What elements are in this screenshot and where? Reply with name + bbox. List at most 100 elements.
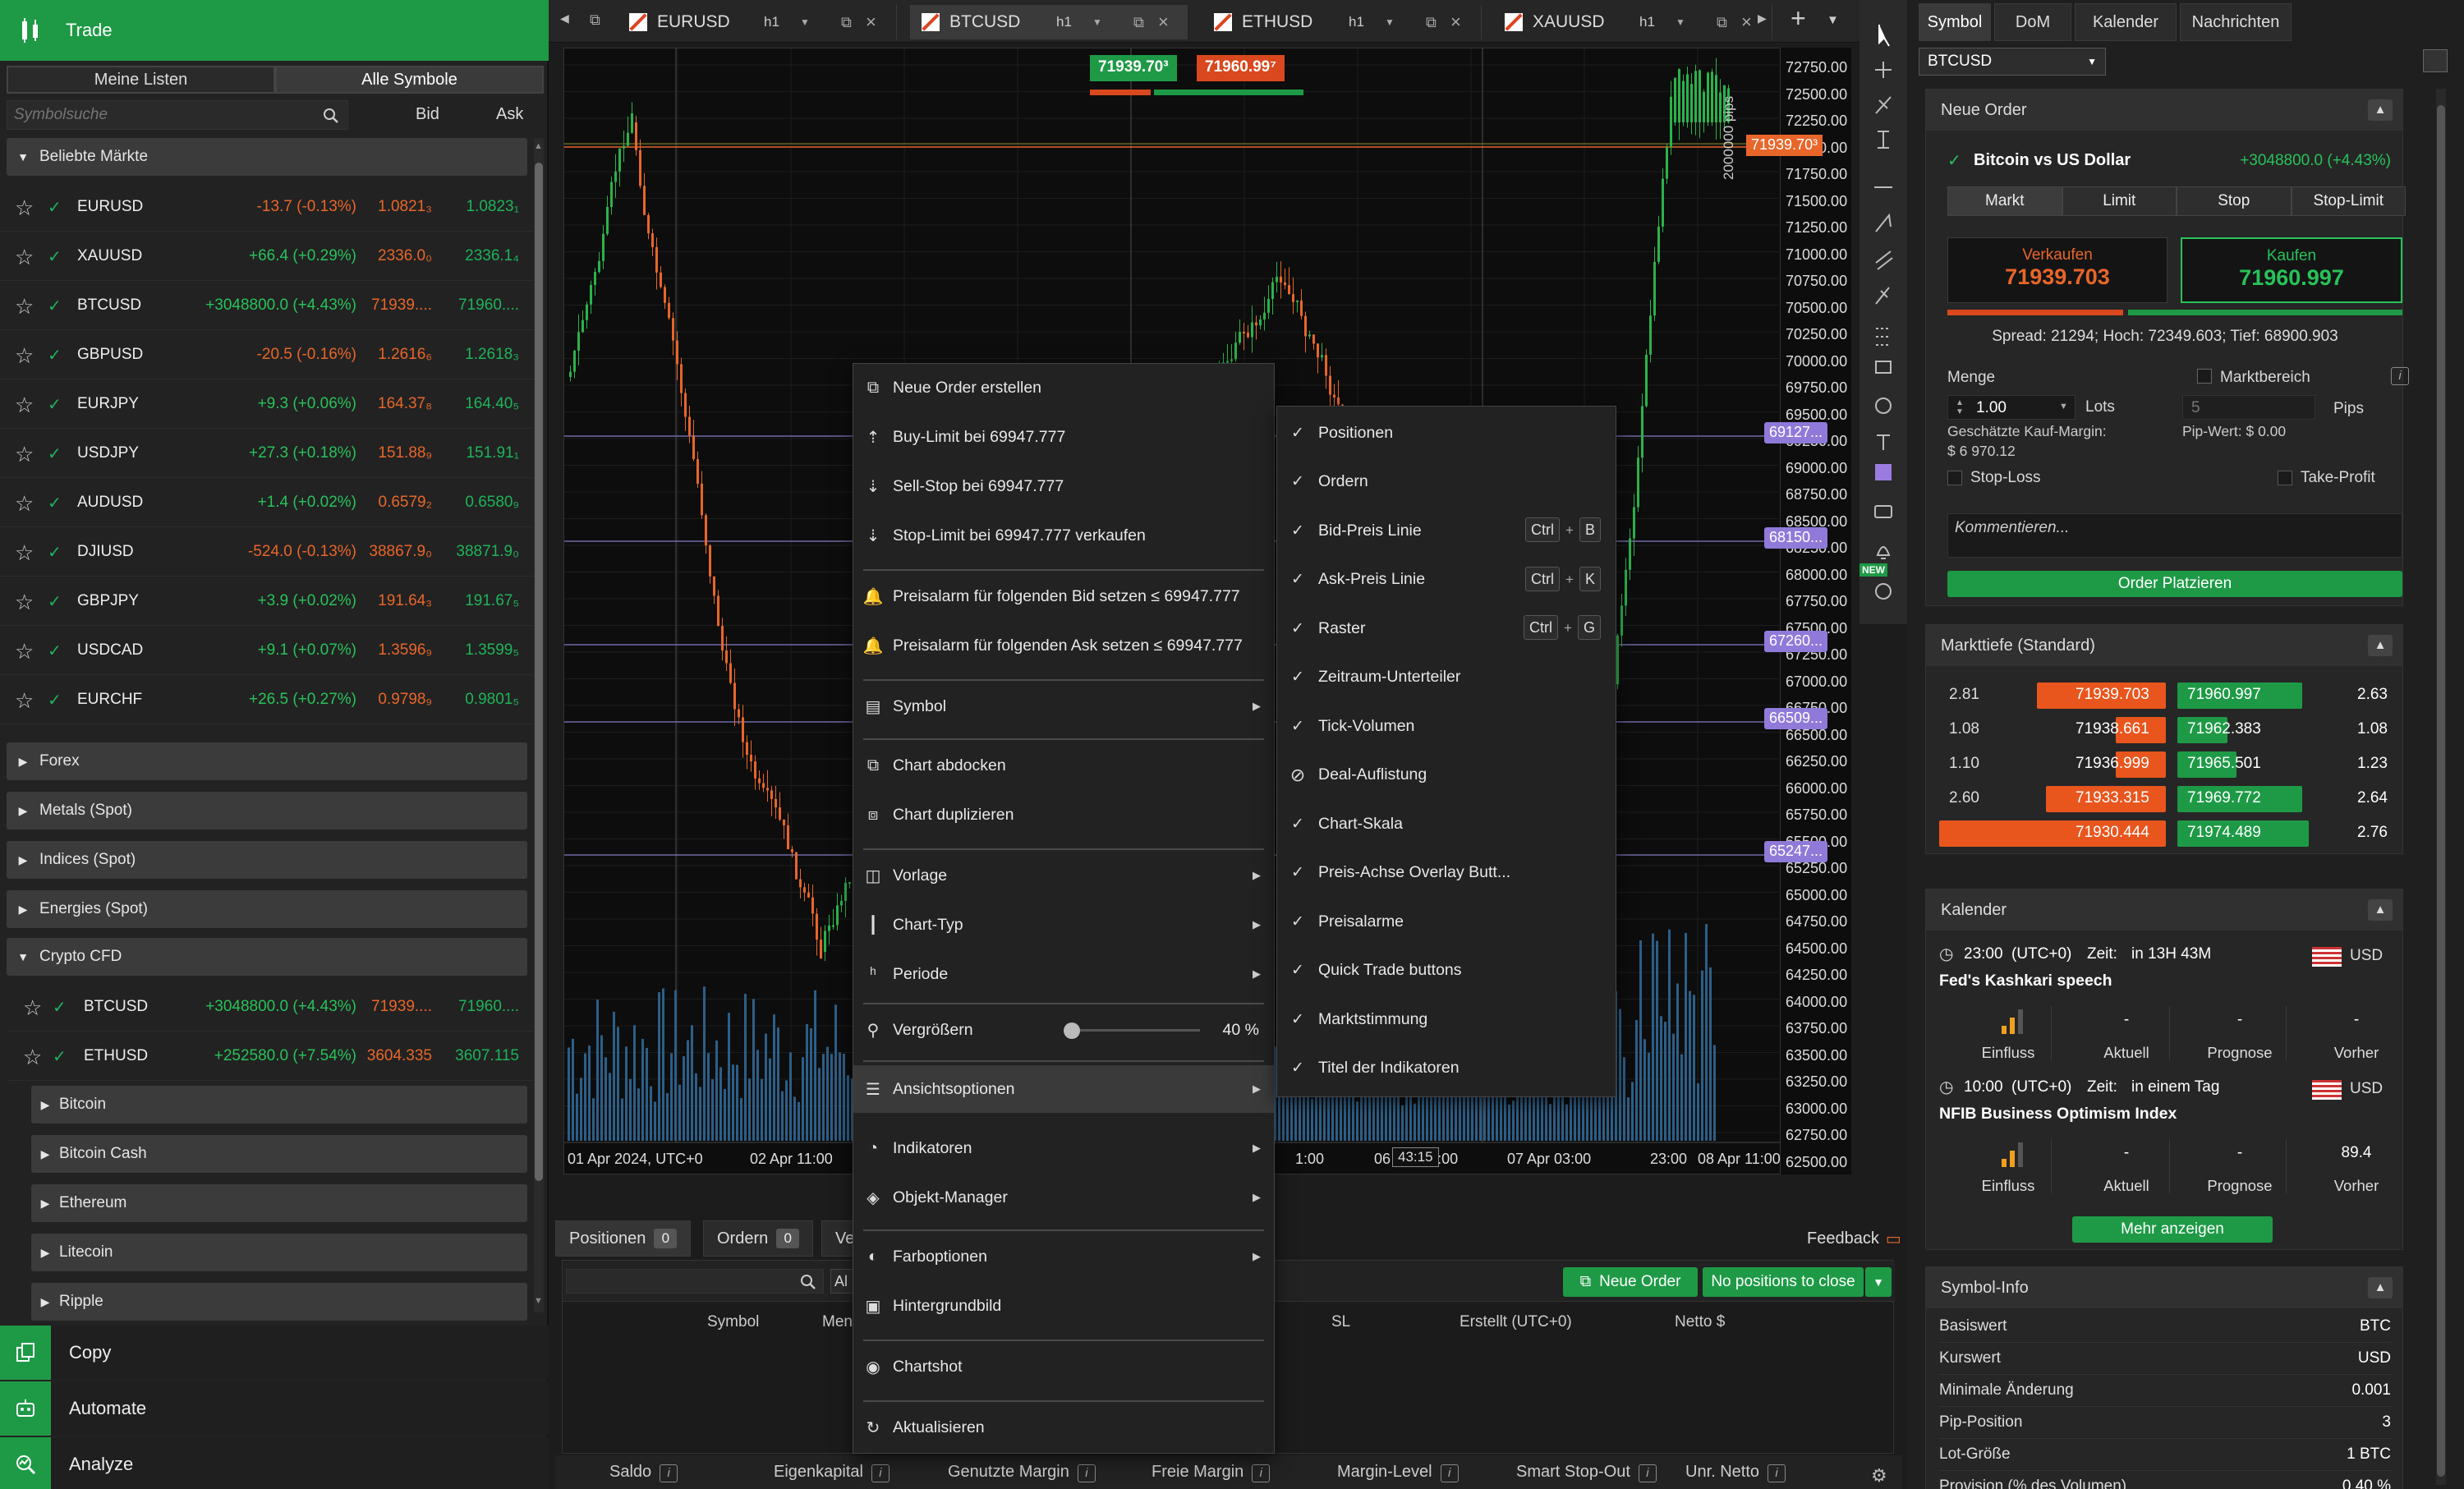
detach-tab-icon[interactable]: ⧉	[590, 11, 600, 29]
context-menu-item[interactable]: ☰ Ansichtsoptionen ▶	[853, 1065, 1274, 1113]
ask-price[interactable]: 71962.383	[2187, 720, 2261, 738]
symbol-row[interactable]: ☆ ✓ USDJPY +27.3 (+0.18%) 151.88₉ 151.91₁	[0, 429, 536, 478]
close-icon[interactable]: ×	[1158, 11, 1169, 33]
marktbereich-checkbox[interactable]	[2197, 369, 2212, 384]
symbol-bid[interactable]: 0.6579₂	[379, 494, 433, 512]
symbol-ask[interactable]: 164.40₅	[465, 395, 519, 413]
symbol-bid[interactable]: 1.2616₆	[378, 346, 432, 364]
group-collapsed[interactable]: ▶ Metals (Spot)	[7, 792, 527, 830]
symbol-bid[interactable]: 3604.335	[367, 1047, 432, 1065]
info-icon[interactable]: i	[1252, 1464, 1271, 1482]
subgroup-collapsed[interactable]: ▶ Litecoin	[31, 1234, 527, 1271]
positions-column-header[interactable]: Netto $	[1675, 1313, 1725, 1331]
symbol-ask[interactable]: 1.2618₃	[465, 346, 519, 364]
bid-price[interactable]: 71936.999	[2076, 755, 2149, 773]
chart-tab[interactable]: ETHUSD h1 ▼ ⧉ ×	[1202, 5, 1482, 39]
favorite-star-icon[interactable]: ☆	[15, 195, 34, 221]
order-price-tag[interactable]: 66509...	[1764, 708, 1828, 729]
info-icon[interactable]: i	[871, 1464, 890, 1482]
chart-tab-period[interactable]: h1	[1056, 14, 1092, 30]
view-option-item[interactable]: ✓ Preis-Achse Overlay Butt...	[1277, 850, 1616, 896]
subgroup-collapsed[interactable]: ▶ Bitcoin	[31, 1086, 527, 1124]
chevron-down-icon[interactable]: ▼	[800, 16, 841, 28]
tab-ordern[interactable]: Ordern 0	[703, 1220, 814, 1257]
context-menu-item[interactable]: ◫ Vorlage ▶	[853, 852, 1274, 899]
order-price-tag[interactable]: 68150...	[1764, 527, 1828, 549]
close-icon[interactable]: ×	[1741, 11, 1752, 33]
search-icon[interactable]	[800, 1274, 816, 1290]
context-menu-item[interactable]: ⚲ Vergrößern 40 %	[853, 1006, 1274, 1054]
symbol-bid[interactable]: 71939....	[371, 998, 432, 1016]
tab-meine-listen[interactable]: Meine Listen	[7, 66, 275, 94]
add-chart-icon[interactable]: +	[1791, 3, 1806, 34]
context-menu-item[interactable]: ⧉ Neue Order erstellen	[853, 364, 1274, 411]
favorite-star-icon[interactable]: ☆	[15, 343, 34, 369]
collapse-icon[interactable]: ▲	[2368, 1277, 2393, 1298]
comment-field[interactable]: Kommentieren...	[1947, 513, 2402, 558]
scrollbar-thumb[interactable]	[2437, 105, 2445, 1477]
context-menu-item[interactable]: 🔔 Preisalarm für folgenden Bid setzen ≤ 6…	[853, 572, 1274, 620]
buy-button[interactable]: Kaufen 71960.997	[2181, 237, 2402, 303]
chart-tab-period[interactable]: h1	[1349, 14, 1385, 30]
close-positions-button[interactable]: No positions to close	[1703, 1267, 1864, 1297]
symbol-bid[interactable]: 38867.9₀	[369, 543, 432, 561]
bid-price[interactable]: 71938.661	[2076, 720, 2149, 738]
info-icon[interactable]: i	[660, 1464, 678, 1482]
price-axis[interactable]: 72750.0072500.0072250.0072000.0071750.00…	[1746, 48, 1851, 1174]
symbol-search-input[interactable]	[7, 101, 311, 129]
nav-automate[interactable]: Automate	[0, 1381, 549, 1436]
new-order-header[interactable]: Neue Order ▲	[1926, 90, 2402, 131]
context-menu-item[interactable]: ⇣ Stop-Limit bei 69947.777 verkaufen	[853, 512, 1274, 559]
context-menu-item[interactable]: ◉ Chartshot	[853, 1343, 1274, 1390]
symbol-ask[interactable]: 1.3599₅	[465, 641, 519, 659]
group-collapsed[interactable]: ▶ Forex	[7, 742, 527, 780]
symbol-row[interactable]: ☆ ✓ AUDUSD +1.4 (+0.02%) 0.6579₂ 0.6580₉	[0, 478, 536, 527]
info-icon[interactable]: i	[1638, 1464, 1657, 1482]
info-icon[interactable]: i	[1077, 1464, 1096, 1482]
close-positions-dropdown-icon[interactable]: ▼	[1865, 1267, 1892, 1297]
info-icon[interactable]: i	[1440, 1464, 1459, 1482]
group-collapsed[interactable]: ▶ Indices (Spot)	[7, 841, 527, 879]
sell-button[interactable]: Verkaufen 71939.703	[1947, 237, 2167, 303]
favorite-star-icon[interactable]: ☆	[23, 1045, 42, 1070]
chevron-down-icon[interactable]: ▼	[1092, 16, 1133, 28]
context-menu-item[interactable]: ◔ Indikatoren ▶	[853, 1124, 1274, 1172]
symbol-search[interactable]	[7, 100, 348, 130]
view-option-item[interactable]: ✓ Ask-Preis Linie Ctrl + K	[1277, 557, 1616, 603]
favorite-star-icon[interactable]: ☆	[23, 995, 42, 1021]
context-menu-item[interactable]: ◈ Objekt-Manager ▶	[853, 1174, 1274, 1221]
calendar-header[interactable]: Kalender ▲	[1926, 889, 2402, 931]
symbol-info-header[interactable]: Symbol-Info ▲	[1926, 1267, 2402, 1308]
trade-header[interactable]: Trade	[0, 0, 549, 61]
bid-price[interactable]: 71939.703	[2076, 686, 2149, 704]
order-type-tab[interactable]: Markt	[1947, 186, 2062, 216]
chart-tab[interactable]: BTCUSD h1 ▼ ⧉ ×	[910, 5, 1188, 39]
symbol-ask[interactable]: 1.0823₁	[466, 198, 519, 216]
favorite-star-icon[interactable]: ☆	[15, 245, 34, 270]
subgroup-collapsed[interactable]: ▶ Ripple	[31, 1283, 527, 1321]
symbol-bid[interactable]: 151.88₉	[378, 444, 432, 462]
context-menu-item[interactable]: ┃ Chart-Typ ▶	[853, 901, 1274, 949]
view-option-item[interactable]: ✓ Tick-Volumen	[1277, 703, 1616, 749]
symbol-row[interactable]: ☆ ✓ EURUSD -13.7 (-0.13%) 1.0821₃ 1.0823₁	[0, 182, 536, 232]
order-price-tag[interactable]: 69127...	[1764, 422, 1828, 443]
detach-tab-icon[interactable]: ⧉	[841, 14, 866, 31]
context-menu-item[interactable]: ▤ Symbol ▶	[853, 682, 1274, 730]
tab-dom[interactable]: DoM	[1994, 3, 2071, 41]
favorite-star-icon[interactable]: ☆	[15, 393, 34, 418]
subgroup-collapsed[interactable]: ▶ Ethereum	[31, 1184, 527, 1222]
favorite-star-icon[interactable]: ☆	[15, 590, 34, 615]
context-menu-item[interactable]: ⇣ Sell-Stop bei 69947.777	[853, 462, 1274, 510]
scroll-up-icon[interactable]: ▲	[534, 141, 543, 151]
positions-search[interactable]	[566, 1269, 824, 1294]
symbol-ask[interactable]: 3607.115	[455, 1047, 519, 1065]
zoom-slider-track[interactable]	[1069, 1029, 1200, 1032]
symbol-row[interactable]: ☆ ✓ GBPJPY +3.9 (+0.02%) 191.64₃ 191.67₅	[0, 577, 536, 626]
symbol-ask[interactable]: 71960....	[458, 998, 519, 1016]
new-order-button[interactable]: ⧉ Neue Order	[1563, 1267, 1698, 1297]
detach-tab-icon[interactable]: ⧉	[1426, 14, 1450, 31]
view-option-item[interactable]: ✓ Quick Trade buttons	[1277, 948, 1616, 994]
symbol-ask[interactable]: 2336.1₄	[465, 247, 519, 265]
zoom-slider-handle[interactable]	[1064, 1023, 1080, 1039]
symbol-ask[interactable]: 0.6580₉	[465, 494, 519, 512]
